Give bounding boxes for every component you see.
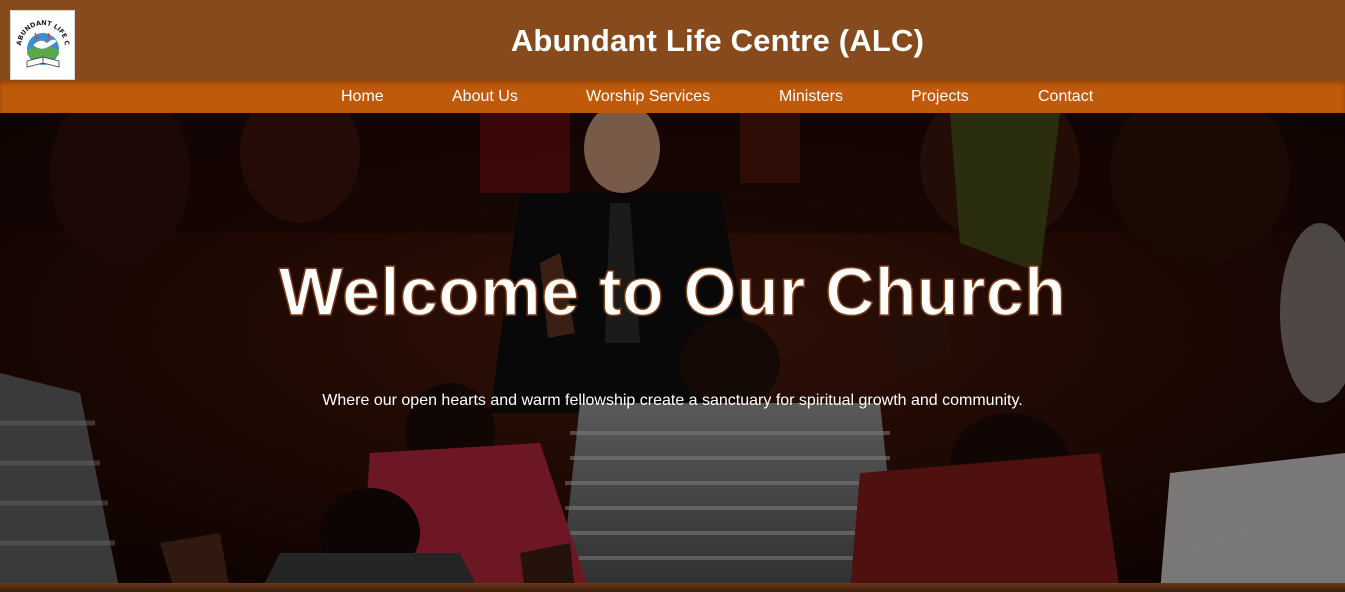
hero-section: Welcome to Our Church Where our open hea… (0, 113, 1345, 592)
hero-overlay (0, 113, 1345, 592)
nav-contact[interactable]: Contact (1038, 80, 1093, 113)
nav-projects[interactable]: Projects (911, 80, 969, 113)
nav-about-us[interactable]: About Us (452, 80, 518, 113)
nav-home[interactable]: Home (341, 80, 384, 113)
pew-edge-divider (0, 583, 1345, 592)
church-logo[interactable]: ABUNDANT LIFE CENTRE (10, 10, 75, 80)
site-title: Abundant Life Centre (ALC) (510, 23, 925, 58)
site-header: ABUNDANT LIFE CENTRE Abundant Life Centr… (0, 0, 1345, 80)
hero-subtitle: Where our open hearts and warm fellowshi… (322, 392, 1023, 409)
nav-worship-services[interactable]: Worship Services (586, 80, 710, 113)
dove-bible-logo-icon: ABUNDANT LIFE CENTRE (13, 13, 71, 68)
hero-title: Welcome to Our Church (278, 253, 1067, 331)
main-navigation: Home About Us Worship Services Ministers… (0, 80, 1345, 113)
nav-ministers[interactable]: Ministers (779, 80, 843, 113)
